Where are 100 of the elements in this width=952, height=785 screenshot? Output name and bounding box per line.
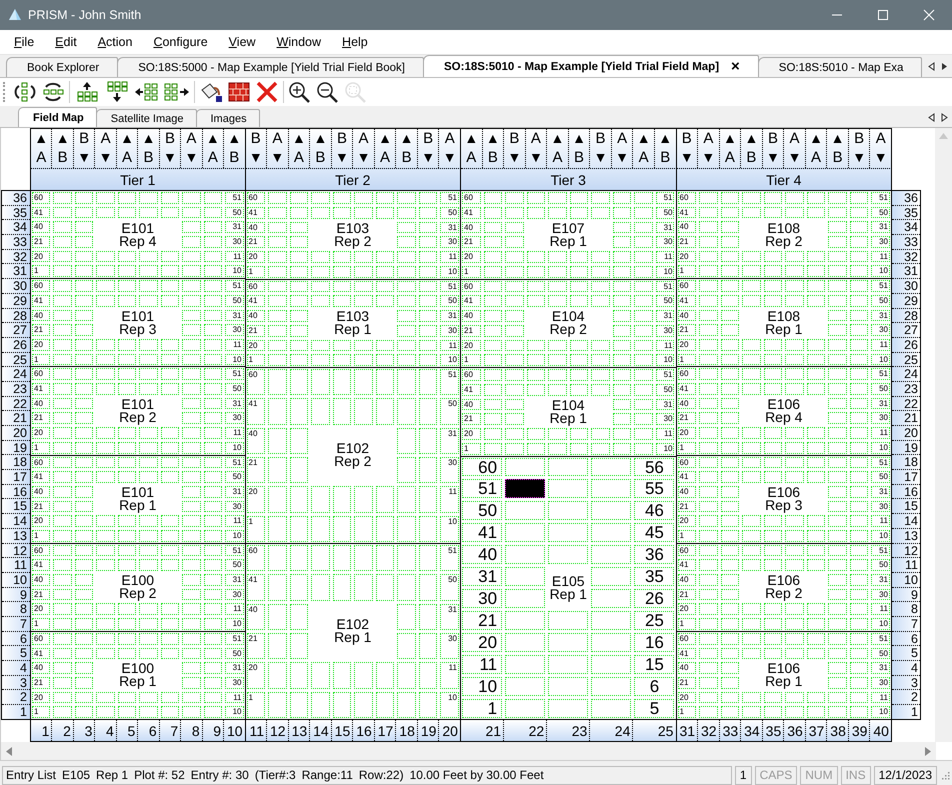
plot-cell[interactable]: 50 <box>440 574 459 601</box>
plot-cell[interactable]: 40 <box>678 574 696 586</box>
plot-cell[interactable]: 40 <box>678 398 696 410</box>
plot-cell[interactable]: 36 <box>634 545 674 564</box>
plot-cell[interactable]: 1 <box>678 442 696 454</box>
plot-cell[interactable]: 20 <box>678 603 696 616</box>
plot-cell[interactable]: 20 <box>246 251 266 263</box>
plot-cell[interactable]: 50 <box>871 206 890 218</box>
plot-cell[interactable]: 10 <box>440 516 459 542</box>
plot-cell[interactable]: 30 <box>871 500 890 512</box>
plot-cell[interactable]: 60 <box>246 192 266 204</box>
plot-cell[interactable]: 10 <box>871 265 890 278</box>
plot-cell[interactable]: 21 <box>678 412 696 424</box>
plot-cell[interactable]: 1 <box>32 442 50 454</box>
plot-cell[interactable]: 1 <box>246 516 266 542</box>
plot-cell[interactable]: 31 <box>871 398 890 410</box>
plot-cell[interactable]: 31 <box>656 222 674 234</box>
plot-cell[interactable]: 25 <box>634 611 674 630</box>
plot-cell[interactable]: 30 <box>871 412 890 424</box>
plot-cell[interactable]: 30 <box>656 324 674 336</box>
plot-cell[interactable]: 51 <box>225 192 244 204</box>
plot-cell[interactable]: 1 <box>462 354 481 366</box>
plot-cell[interactable]: 30 <box>440 324 459 336</box>
plot-cell[interactable]: 51 <box>871 456 890 468</box>
plot-cell[interactable]: 60 <box>678 456 696 468</box>
plot-cell[interactable]: 31 <box>225 310 244 322</box>
plot-cell[interactable]: 11 <box>871 250 890 262</box>
document-tab[interactable]: SO:18S:5010 - Map Exa <box>758 57 922 77</box>
plot-cell[interactable]: 21 <box>678 324 696 336</box>
plot-cell[interactable]: 11 <box>440 340 459 352</box>
plot-cell[interactable]: 41 <box>462 384 481 396</box>
plot-cell[interactable]: 10 <box>225 530 244 542</box>
plot-cell[interactable]: 41 <box>32 383 50 395</box>
scroll-right-icon[interactable] <box>941 62 948 71</box>
plot-cell[interactable]: 31 <box>871 221 890 234</box>
plot-cell[interactable]: 60 <box>32 280 50 292</box>
plot-cell[interactable]: 60 <box>462 280 481 292</box>
plot-cell[interactable]: 30 <box>440 457 459 484</box>
plot-cell[interactable]: 10 <box>462 677 502 696</box>
plot-cell[interactable]: 40 <box>32 662 50 674</box>
plot-cell[interactable]: 21 <box>32 236 50 248</box>
plot-cell[interactable]: 21 <box>678 676 696 689</box>
plot-cell[interactable]: 21 <box>678 500 696 512</box>
plot-cell[interactable]: 41 <box>32 648 50 660</box>
plot-cell[interactable]: 41 <box>678 206 696 218</box>
plot-cell[interactable]: 11 <box>225 692 244 704</box>
plot-cell[interactable]: 60 <box>246 545 266 572</box>
plot-cell[interactable]: 21 <box>246 324 266 336</box>
plot-cell[interactable]: 21 <box>462 236 481 248</box>
plot-cell[interactable]: 40 <box>246 310 266 322</box>
plot-cell[interactable]: 51 <box>440 192 459 204</box>
plot-cell[interactable]: 10 <box>871 442 890 454</box>
menu-item[interactable]: File <box>8 35 40 49</box>
plot-cell[interactable]: 41 <box>32 559 50 572</box>
plot-cell[interactable]: 11 <box>225 250 244 262</box>
plot-cell[interactable]: 51 <box>871 544 890 556</box>
plot-cell[interactable]: 20 <box>32 250 50 262</box>
plot-cell[interactable]: 50 <box>225 383 244 395</box>
plot-cell[interactable]: 40 <box>32 574 50 586</box>
plot-cell[interactable]: 31 <box>871 662 890 674</box>
plot-cell[interactable]: 1 <box>32 265 50 278</box>
plot-cell[interactable]: 10 <box>871 706 890 718</box>
plot-cell[interactable]: 40 <box>32 310 50 322</box>
plot-cell[interactable]: 60 <box>678 192 696 204</box>
plot-cell[interactable]: 50 <box>440 206 459 218</box>
plot-cell[interactable]: 56 <box>634 458 674 476</box>
plot-cell[interactable]: 11 <box>225 515 244 527</box>
plot-cell[interactable]: 50 <box>871 648 890 660</box>
plot-cell[interactable]: 6 <box>634 677 674 696</box>
plot-cell[interactable]: 16 <box>634 633 674 652</box>
plot-cell[interactable]: 50 <box>656 295 674 307</box>
plot-cell[interactable]: 11 <box>871 427 890 439</box>
menu-item[interactable]: Window <box>270 35 328 49</box>
plot-cell[interactable]: 40 <box>678 486 696 498</box>
plot-cell[interactable]: 31 <box>656 398 674 410</box>
plot-cell[interactable]: 60 <box>678 544 696 556</box>
vertical-scrollbar[interactable] <box>935 128 952 742</box>
plot-cell[interactable]: 41 <box>678 294 696 307</box>
plot-cell[interactable]: 11 <box>440 486 459 513</box>
plot-cell[interactable]: 31 <box>440 428 459 454</box>
plot-cell[interactable]: 60 <box>32 368 50 380</box>
menu-item[interactable]: Configure <box>147 35 214 49</box>
plot-cell[interactable]: 1 <box>246 354 266 366</box>
plot-cell[interactable]: 31 <box>462 567 502 586</box>
plot-cell[interactable]: 50 <box>225 294 244 307</box>
plot-cell[interactable]: 50 <box>225 559 244 572</box>
plot-cell[interactable]: 60 <box>462 192 481 204</box>
plot-cell[interactable]: 30 <box>462 589 502 608</box>
plot-cell[interactable]: 31 <box>225 398 244 410</box>
plot-cell[interactable]: 10 <box>871 354 890 366</box>
plot-cell[interactable]: 20 <box>678 515 696 527</box>
plot-cell[interactable]: 60 <box>462 458 502 476</box>
plot-cell[interactable]: 11 <box>871 515 890 527</box>
plot-cell[interactable]: 51 <box>225 280 244 292</box>
plot-cell[interactable]: 60 <box>246 369 266 396</box>
plot-cell[interactable]: 40 <box>32 398 50 410</box>
plot-cell[interactable]: 21 <box>462 611 502 630</box>
plot-cell[interactable]: 50 <box>656 384 674 396</box>
plot-cell[interactable]: 11 <box>225 603 244 616</box>
plot-cell[interactable]: 10 <box>656 442 674 454</box>
